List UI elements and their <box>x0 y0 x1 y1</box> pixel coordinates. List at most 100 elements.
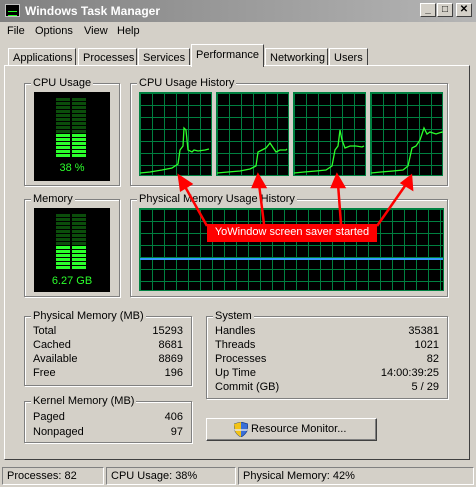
meter-bar-row <box>56 238 86 241</box>
memory-usage-value: 6.27 GB <box>51 275 93 287</box>
stat-key: Free <box>33 367 56 379</box>
resource-monitor-label: Resource Monitor... <box>251 423 347 435</box>
stat-row: Free 196 <box>33 367 183 380</box>
stat-key: Threads <box>215 339 256 351</box>
meter-bar-row <box>56 146 86 149</box>
meter-bar-row <box>56 142 86 145</box>
memory-label: Memory <box>31 193 75 205</box>
stat-key: Handles <box>215 325 256 337</box>
memory-group: Memory 6.27 GB <box>24 193 120 297</box>
meter-bar-row <box>56 246 86 249</box>
status-bar: Processes: 82 CPU Usage: 38% Physical Me… <box>0 465 476 487</box>
meter-bar-row <box>56 250 86 253</box>
tab-processes[interactable]: Processes <box>78 48 137 66</box>
meter-bar-row <box>56 130 86 133</box>
tab-performance[interactable]: Performance <box>191 44 264 67</box>
meter-bar-row <box>56 98 86 101</box>
stat-value: 1021 <box>414 339 439 351</box>
meter-bar-row <box>56 262 86 265</box>
menu-help[interactable]: Help <box>117 25 140 37</box>
stat-value: 35381 <box>408 325 439 337</box>
title-bar[interactable]: Windows Task Manager _ □ ✕ <box>0 0 476 22</box>
meter-bar-row <box>56 266 86 269</box>
stat-row: Total 15293 <box>33 325 183 338</box>
menu-options[interactable]: Options <box>35 25 73 37</box>
uac-shield-icon <box>234 422 248 437</box>
meter-bar-row <box>56 214 86 217</box>
meter-bar-row <box>56 118 86 121</box>
stat-row: Paged 406 <box>33 411 183 424</box>
cpu-history-group: CPU Usage History <box>130 77 448 186</box>
meter-bar-row <box>56 154 86 157</box>
status-processes: Processes: 82 <box>2 467 104 485</box>
meter-bar-row <box>56 122 86 125</box>
physical-memory-label: Physical Memory (MB) <box>31 310 146 322</box>
memory-level-bars <box>56 214 86 270</box>
system-group: System Handles 35381 Threads 1021 Processe… <box>206 310 448 399</box>
close-button[interactable]: ✕ <box>456 3 472 17</box>
menu-file[interactable]: File <box>7 25 25 37</box>
stat-value: 5 / 29 <box>411 381 439 393</box>
stat-row: Processes 82 <box>215 353 439 366</box>
annotation-callout: YoWindow screen saver started <box>207 224 377 242</box>
meter-bar-row <box>56 134 86 137</box>
stat-value: 8681 <box>158 339 183 351</box>
stat-row: Handles 35381 <box>215 325 439 338</box>
cpu-level-bars <box>56 98 86 158</box>
stat-row: Nonpaged 97 <box>33 426 183 439</box>
meter-bar-row <box>56 242 86 245</box>
status-physical-memory: Physical Memory: 42% <box>238 467 474 485</box>
memory-meter: 6.27 GB <box>34 208 110 292</box>
meter-bar-row <box>56 218 86 221</box>
stat-row: Threads 1021 <box>215 339 439 352</box>
tab-strip: Applications Processes Services Performa… <box>0 44 476 67</box>
cpu-usage-group: CPU Usage 38 % <box>24 77 120 186</box>
resource-monitor-button[interactable]: Resource Monitor... <box>206 418 377 441</box>
stat-key: Commit (GB) <box>215 381 280 393</box>
stat-key: Processes <box>215 353 267 365</box>
kernel-memory-group: Kernel Memory (MB) Paged 406 Nonpaged 97 <box>24 395 192 443</box>
stat-row: Up Time 14:00:39:25 <box>215 367 439 380</box>
kernel-memory-label: Kernel Memory (MB) <box>31 395 137 407</box>
meter-bar-row <box>56 114 86 117</box>
stat-key: Available <box>33 353 78 365</box>
tab-services[interactable]: Services <box>138 48 190 66</box>
memory-history-graph <box>139 208 444 291</box>
meter-bar-row <box>56 234 86 237</box>
stat-value: 15293 <box>152 325 183 337</box>
stat-row: Commit (GB) 5 / 29 <box>215 381 439 394</box>
stat-value: 82 <box>426 353 439 365</box>
cpu-meter: 38 % <box>34 92 110 181</box>
tab-networking[interactable]: Networking <box>265 48 328 66</box>
stat-key: Nonpaged <box>33 426 84 438</box>
cpu-usage-label: CPU Usage <box>31 77 94 89</box>
meter-bar-row <box>56 226 86 229</box>
maximize-button[interactable]: □ <box>437 3 453 17</box>
stat-value: 196 <box>164 367 183 379</box>
menu-view[interactable]: View <box>84 25 108 37</box>
tab-applications[interactable]: Applications <box>8 48 76 66</box>
stat-key: Cached <box>33 339 71 351</box>
stat-value: 8869 <box>158 353 183 365</box>
stat-key: Up Time <box>215 367 256 379</box>
stat-value: 97 <box>170 426 183 438</box>
meter-bar-row <box>56 258 86 261</box>
meter-bar-row <box>56 230 86 233</box>
stat-key: Paged <box>33 411 65 423</box>
stat-key: Total <box>33 325 57 337</box>
cpu-core-1-graph <box>139 92 212 176</box>
memory-history-label: Physical Memory Usage History <box>137 193 297 205</box>
meter-bar-row <box>56 110 86 113</box>
physical-memory-group: Physical Memory (MB) Total 15293 Cached 86… <box>24 310 192 386</box>
tab-users[interactable]: Users <box>329 48 368 66</box>
stat-value: 406 <box>164 411 183 423</box>
meter-bar-row <box>56 138 86 141</box>
task-manager-app-icon <box>5 4 20 17</box>
cpu-core-4-graph <box>370 92 443 176</box>
status-cpu-usage: CPU Usage: 38% <box>106 467 236 485</box>
meter-bar-row <box>56 106 86 109</box>
minimize-button[interactable]: _ <box>420 3 436 17</box>
meter-bar-row <box>56 254 86 257</box>
cpu-usage-value: 38 % <box>59 162 85 174</box>
memory-usage-line <box>140 258 443 260</box>
